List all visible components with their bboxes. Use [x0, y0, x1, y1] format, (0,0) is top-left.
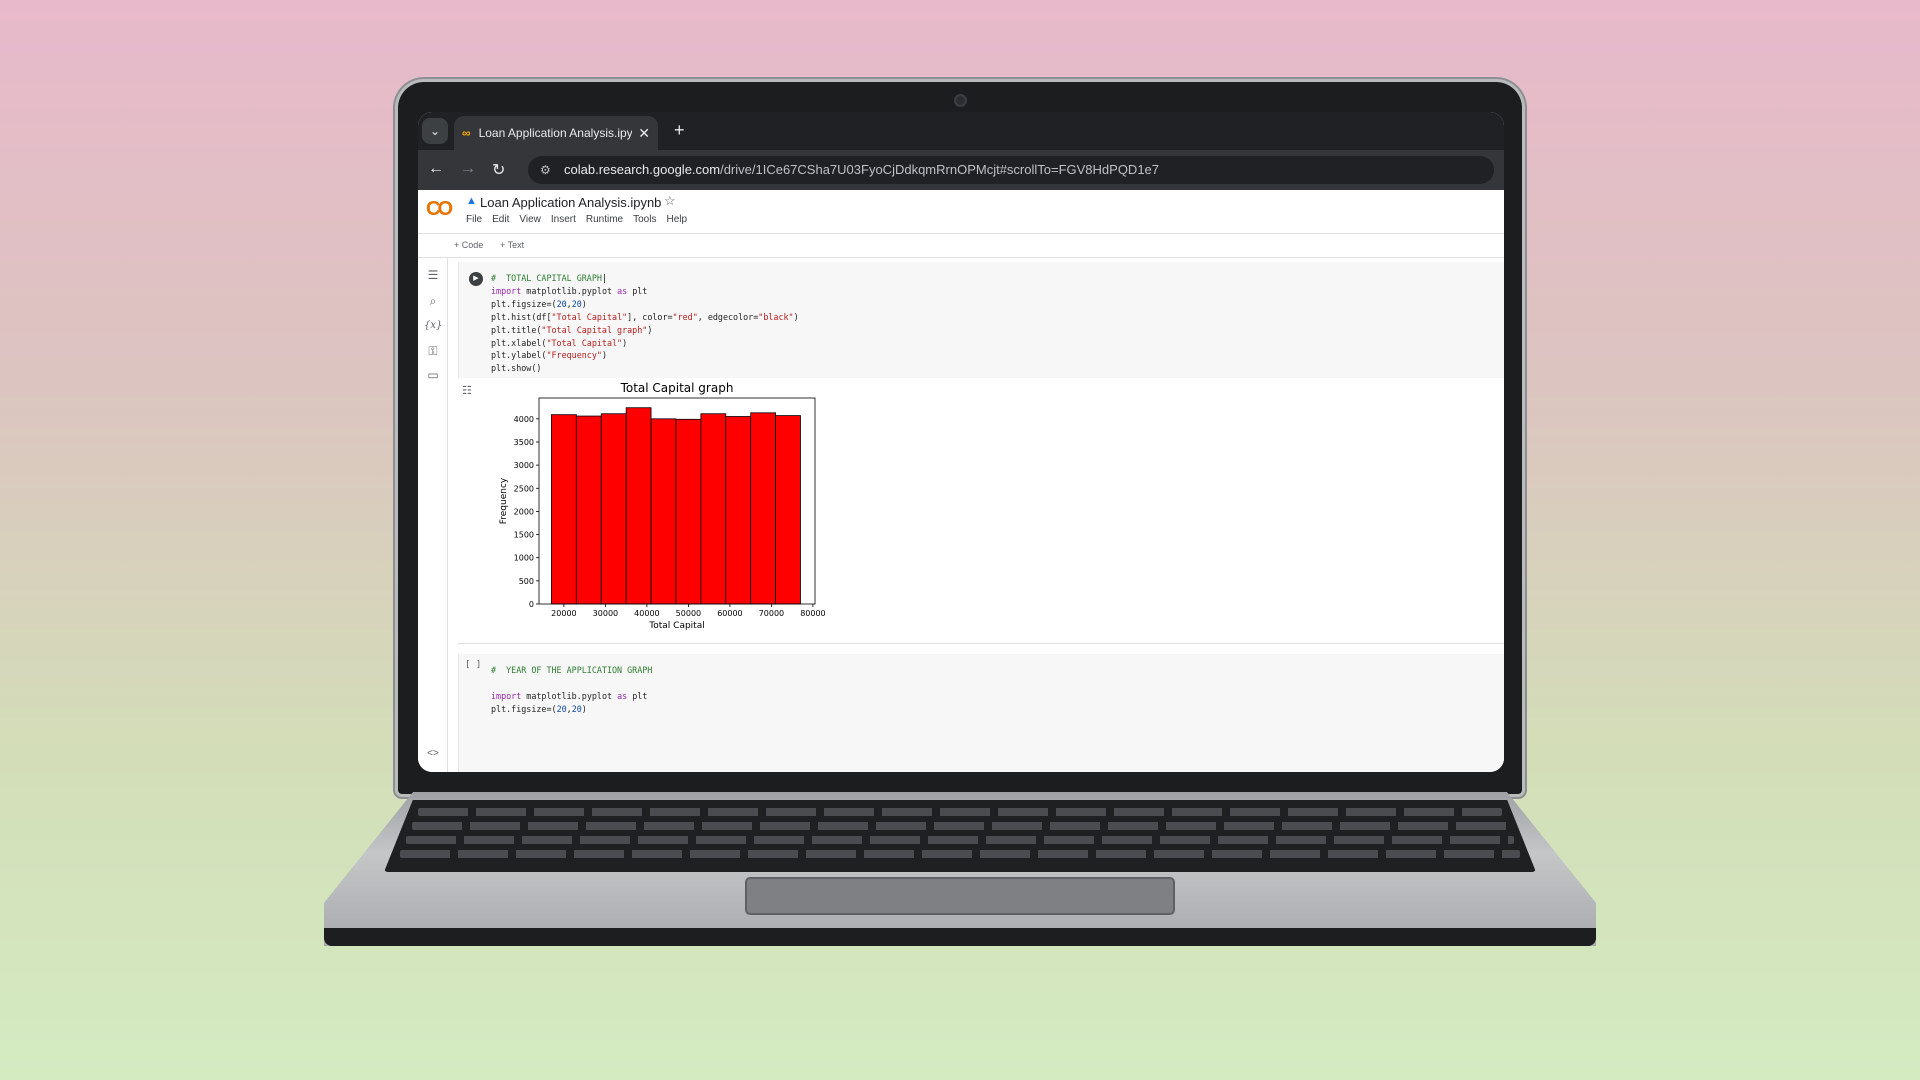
cell-output: ☷ 20000 30000 40000 50000 60000 70000 80000 0 50… [458, 378, 1504, 644]
execution-count: [ ] [465, 660, 482, 670]
x-axis-label: Total Capital [648, 621, 704, 631]
y-tick-label: 1000 [514, 554, 534, 563]
x-tick-label: 50000 [676, 609, 701, 618]
histogram-bar [625, 407, 652, 605]
forward-arrow-icon[interactable]: → [460, 160, 476, 178]
menu-bar: File Edit View Insert Runtime Tools Help [466, 214, 687, 225]
code-line: import matplotlib.pyplot as plt [491, 285, 648, 296]
star-icon[interactable]: ☆ [664, 193, 676, 209]
histogram-bar [750, 412, 776, 605]
browser-toolbar: ← → ↻ ⚙ colab.research.google.com/drive/… [418, 150, 1504, 190]
code-line: # YEAR OF THE APPLICATION GRAPH [491, 665, 653, 675]
histogram-bar [551, 414, 577, 605]
key-row [400, 850, 1520, 858]
x-tick-label: 70000 [759, 609, 784, 618]
tab-title: Loan Application Analysis.ipynb [478, 126, 633, 140]
histogram-bar [675, 418, 702, 605]
code-line: plt.show() [491, 363, 542, 374]
histogram-bar [600, 413, 627, 605]
y-tick-label: 2000 [514, 507, 534, 516]
menu-insert[interactable]: Insert [551, 214, 576, 225]
key-row [406, 836, 1514, 844]
menu-edit[interactable]: Edit [492, 214, 509, 225]
colab-logo[interactable]: CO [426, 198, 453, 221]
menu-view[interactable]: View [519, 214, 541, 225]
search-icon[interactable]: ⌕ [424, 294, 442, 309]
y-tick-label: 500 [519, 577, 534, 586]
y-tick-label: 3500 [514, 438, 534, 447]
menu-runtime[interactable]: Runtime [586, 214, 623, 225]
code-editor[interactable]: # TOTAL CAPITAL GRAPH| import matplotlib… [491, 272, 799, 375]
site-settings-icon[interactable]: ⚙ [540, 156, 551, 184]
x-tick-label: 30000 [593, 609, 618, 618]
key-row [418, 808, 1502, 816]
code-line: import matplotlib.pyplot as plt [491, 690, 648, 701]
url-path: /drive/1ICe67CSha7U03FyoCjDdkqmRrnOPMcjt… [720, 162, 1160, 177]
code-cell[interactable]: ▶ # TOTAL CAPITAL GRAPH| import matplotl… [458, 262, 1504, 378]
url-host: colab.research.google.com [564, 162, 721, 177]
add-code-button[interactable]: + Code [454, 240, 483, 250]
code-line: plt.figsize=(20,20) [491, 703, 587, 714]
logo-letter: O [437, 198, 452, 220]
keyboard [384, 800, 1536, 872]
browser-tab-bar: ⌄ ∞ Loan Application Analysis.ipynb ✕ + [418, 112, 1504, 150]
notebook-area: ▶ # TOTAL CAPITAL GRAPH| import matplotl… [448, 258, 1504, 772]
y-axis-label: Frequency [499, 477, 509, 524]
browser-tab[interactable]: ∞ Loan Application Analysis.ipynb ✕ [454, 116, 658, 150]
back-arrow-icon[interactable]: ← [428, 160, 444, 178]
code-brackets-icon[interactable]: <> [424, 748, 442, 759]
menu-tools[interactable]: Tools [633, 214, 656, 225]
laptop-base-edge [324, 928, 1596, 946]
code-line: plt.ylabel("Frequency") [491, 350, 607, 361]
x-tick-label: 60000 [717, 609, 742, 618]
histogram-bar [775, 415, 801, 605]
table-of-contents-icon[interactable]: ☰ [424, 268, 442, 282]
y-tick-label: 0 [529, 600, 534, 609]
notebook-title[interactable]: Loan Application Analysis.ipynb [480, 195, 661, 210]
y-tick-label: 3000 [514, 461, 534, 470]
reload-icon[interactable]: ↻ [492, 160, 505, 180]
x-tick-label: 20000 [551, 609, 576, 618]
histogram-bar [700, 413, 727, 605]
chart-title: Total Capital graph [620, 381, 734, 395]
menu-help[interactable]: Help [666, 214, 687, 225]
key-row [412, 822, 1508, 830]
folder-icon[interactable]: ▭ [424, 368, 442, 382]
variables-icon[interactable]: {x} [424, 320, 442, 331]
close-icon[interactable]: ✕ [638, 125, 650, 142]
y-tick-label: 1500 [514, 531, 534, 540]
code-cell[interactable]: [ ] # YEAR OF THE APPLICATION GRAPH impo… [458, 654, 1504, 772]
code-line: plt.hist(df["Total Capital"], color="red… [491, 311, 799, 322]
code-line: plt.figsize=(20,20) [491, 298, 587, 309]
webcam-icon [954, 94, 967, 107]
colab-favicon-icon: ∞ [462, 126, 471, 140]
colab-header: CO ▲ Loan Application Analysis.ipynb ☆ F… [418, 190, 1504, 234]
trackpad [745, 877, 1175, 915]
chevron-down-icon[interactable]: ⌄ [422, 118, 448, 144]
histogram-bar [575, 415, 602, 605]
output-actions-icon[interactable]: ☷ [462, 384, 472, 397]
logo-letter: C [426, 198, 441, 220]
new-tab-button[interactable]: + [674, 120, 685, 141]
laptop-screen: ⌄ ∞ Loan Application Analysis.ipynb ✕ + … [418, 112, 1504, 772]
run-cell-icon[interactable]: ▶ [469, 272, 483, 286]
histogram-bar [650, 418, 677, 605]
menu-file[interactable]: File [466, 214, 482, 225]
code-editor[interactable]: # YEAR OF THE APPLICATION GRAPH import m… [491, 664, 652, 716]
left-sidebar: ☰ ⌕ {x} ⚿ ▭ <> [418, 258, 448, 772]
x-tick-label: 80000 [800, 609, 825, 618]
code-line: plt.xlabel("Total Capital") [491, 337, 628, 348]
google-drive-icon: ▲ [466, 195, 477, 207]
notebook-toolbar: + Code + Text [418, 234, 1504, 258]
code-line: # TOTAL CAPITAL GRAPH [491, 273, 602, 283]
secrets-key-icon[interactable]: ⚿ [424, 344, 442, 359]
code-line: plt.title("Total Capital graph") [491, 324, 653, 335]
y-tick-label: 4000 [514, 415, 534, 424]
address-bar[interactable]: ⚙ colab.research.google.com/drive/1ICe67… [528, 156, 1494, 184]
histogram-chart: 20000 30000 40000 50000 60000 70000 80000 0 500 1… [499, 381, 826, 631]
x-tick-label: 40000 [634, 609, 659, 618]
histogram-bar [725, 416, 752, 605]
add-text-button[interactable]: + Text [500, 240, 524, 250]
y-tick-label: 2500 [514, 484, 534, 493]
